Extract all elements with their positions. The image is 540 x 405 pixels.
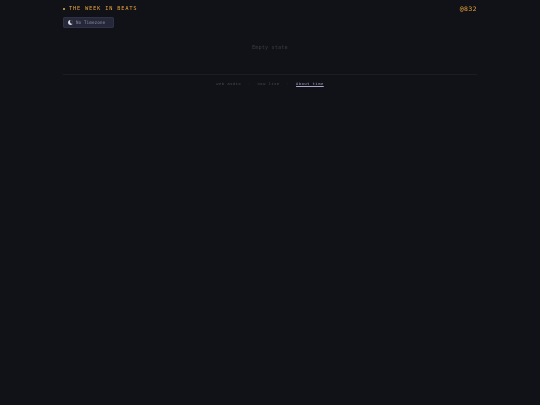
top-bar: THE WEEK IN BEATS @832 [63, 5, 477, 15]
timezone-toggle-button[interactable]: No Timezone [63, 17, 114, 28]
brand: THE WEEK IN BEATS [63, 6, 137, 12]
user-handle[interactable]: @832 [460, 5, 477, 13]
empty-state-text: Empty state [252, 45, 288, 51]
site-title: THE WEEK IN BEATS [69, 6, 138, 12]
footer-item-now-live: now live [257, 82, 280, 86]
moon-icon [68, 20, 73, 25]
brand-dot-icon [63, 8, 65, 10]
footer-separator: · [286, 82, 290, 86]
divider [63, 74, 477, 75]
about-time-link[interactable]: About time [296, 82, 324, 86]
timezone-label: No Timezone [76, 20, 106, 25]
footer-separator: · [247, 82, 251, 86]
footer: web audio · now live · About time [0, 82, 540, 86]
footer-item-web-audio: web audio [216, 82, 242, 86]
